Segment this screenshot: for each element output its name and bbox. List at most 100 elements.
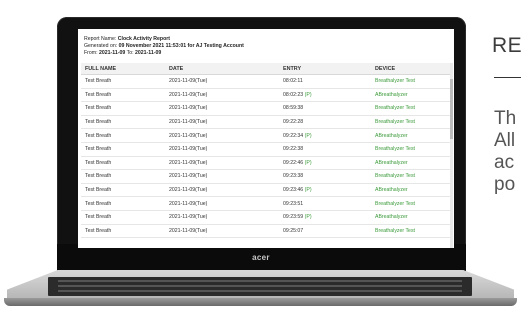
entry-flag: (P)	[304, 132, 312, 139]
to-date: 2021-11-09	[134, 50, 162, 56]
table-row[interactable]: Test Breath 2021-11-09(Tue) 09:23:38 Breath…	[81, 169, 451, 184]
cell-device: Breathalyzer Test	[371, 142, 451, 157]
cell-entry: 09:23:59 (P)	[279, 210, 371, 225]
heading-divider	[494, 77, 521, 78]
cell-device: ABreathalyzer	[371, 88, 451, 103]
table-row[interactable]: Test Breath 2021-11-09(Tue) 09:23:51 Breath…	[81, 196, 451, 211]
scrollbar-thumb[interactable]	[450, 79, 453, 139]
report-header: Report Name: Clock Activity Report Gener…	[84, 36, 244, 57]
cell-date: 2021-11-09(Tue)	[165, 210, 279, 225]
report-range-line: From: 2021-11-09 To: 2021-11-09	[84, 50, 244, 57]
entry-time: 09:23:59	[283, 214, 304, 221]
column-header-entry[interactable]: ENTRY	[279, 63, 371, 75]
report-name: Clock Activity Report	[117, 36, 171, 42]
cell-date: 2021-11-09(Tue)	[165, 101, 279, 116]
body-line: All	[494, 130, 516, 151]
table-row[interactable]: Test Breath 2021-11-09(Tue) 09:23:46 (P) AB…	[81, 183, 451, 198]
cell-entry: 08:02:11	[279, 74, 371, 89]
entry-time: 09:23:38	[283, 173, 304, 180]
entry-time: 08:59:38	[283, 105, 304, 112]
cell-full-name: Test Breath	[81, 115, 165, 130]
cell-full-name: Test Breath	[81, 142, 165, 157]
body-line: po	[494, 174, 516, 195]
entry-time: 09:22:46	[283, 159, 304, 166]
table-row[interactable]: Test Breath 2021-11-09(Tue) 09:23:59 (P) AB…	[81, 210, 451, 225]
cell-date: 2021-11-09(Tue)	[165, 142, 279, 157]
cell-full-name: Test Breath	[81, 183, 165, 198]
to-label: To:	[126, 50, 134, 56]
cell-full-name: Test Breath	[81, 196, 165, 211]
cell-date: 2021-11-09(Tue)	[165, 128, 279, 143]
table-row[interactable]: Test Breath 2021-11-09(Tue) 09:22:28 Breath…	[81, 115, 451, 130]
entry-time: 09:22:28	[283, 119, 304, 126]
entry-time: 08:02:11	[283, 78, 303, 85]
cell-full-name: Test Breath	[81, 128, 165, 143]
entry-time: 08:02:23	[283, 91, 304, 98]
report-generated-line: Generated on: 09 November 2021 11:53:01 …	[84, 43, 244, 50]
section-body: Th All ac po	[494, 108, 516, 196]
cell-device: Breathalyzer Test	[371, 101, 451, 116]
keyboard-row	[58, 285, 462, 287]
table-row[interactable]: Test Breath 2021-11-09(Tue) 08:02:23 (P) AB…	[81, 88, 451, 103]
column-header-device[interactable]: DEVICE	[371, 63, 451, 75]
from-label: From:	[84, 50, 98, 56]
body-line: ac	[494, 152, 515, 173]
column-header-date[interactable]: DATE	[165, 63, 279, 75]
cell-entry: 08:59:38	[279, 101, 371, 116]
table-row[interactable]: Test Breath 2021-11-09(Tue) 09:22:38 Breath…	[81, 142, 451, 157]
cell-entry: 09:22:28	[279, 115, 371, 130]
cell-device: ABreathalyzer	[371, 210, 451, 225]
body-line: Th	[494, 108, 517, 129]
cell-full-name: Test Breath	[81, 74, 165, 89]
table-row[interactable]: Test Breath 2021-11-09(Tue) 08:59:38 Breath…	[81, 101, 451, 116]
entry-time: 09:22:34	[283, 132, 304, 139]
generated-value: 09 November 2021 11:53:01 for AJ Testing…	[118, 43, 244, 49]
cell-entry: 09:23:51	[279, 196, 371, 211]
cell-device: Breathalyzer Test	[371, 196, 451, 211]
cell-device: ABreathalyzer	[371, 128, 451, 143]
from-date: 2021-11-09	[99, 50, 126, 56]
keyboard-row	[58, 280, 462, 282]
entry-flag: (P)	[304, 159, 312, 166]
keyboard-row	[58, 290, 462, 292]
section-heading: RE	[492, 34, 521, 57]
entry-time: 09:22:38	[283, 146, 304, 153]
cell-date: 2021-11-09(Tue)	[165, 169, 279, 184]
cell-device: Breathalyzer Test	[371, 224, 451, 239]
cell-full-name: Test Breath	[81, 210, 165, 225]
table-header-row: FULL NAME DATE ENTRY DEVICE	[81, 63, 451, 75]
cell-date: 2021-11-09(Tue)	[165, 115, 279, 130]
cell-entry: 09:22:38	[279, 142, 371, 157]
cell-entry: 09:23:38	[279, 169, 371, 184]
cell-entry: 09:22:34 (P)	[279, 128, 371, 143]
table-row[interactable]: Test Breath 2021-11-09(Tue) 08:02:11 Breath…	[81, 74, 451, 89]
cell-device: ABreathalyzer	[371, 183, 451, 198]
cell-date: 2021-11-09(Tue)	[165, 74, 279, 89]
generated-label: Generated on:	[84, 43, 118, 49]
cell-date: 2021-11-09(Tue)	[165, 183, 279, 198]
cell-date: 2021-11-09(Tue)	[165, 88, 279, 103]
cell-entry: 09:25:07	[279, 224, 371, 239]
cell-device: Breathalyzer Test	[371, 74, 451, 89]
cell-full-name: Test Breath	[81, 156, 165, 171]
cell-date: 2021-11-09(Tue)	[165, 156, 279, 171]
entry-flag: (P)	[304, 91, 312, 98]
cell-full-name: Test Breath	[81, 224, 165, 239]
cell-full-name: Test Breath	[81, 169, 165, 184]
table-row[interactable]: Test Breath 2021-11-09(Tue) 09:22:34 (P) AB…	[81, 128, 451, 143]
entry-flag: (P)	[304, 187, 312, 194]
entry-time: 09:23:46	[283, 187, 304, 194]
table-row[interactable]: Test Breath 2021-11-09(Tue) 09:25:07 Breath…	[81, 224, 451, 239]
column-header-full-name[interactable]: FULL NAME	[81, 63, 165, 75]
cell-full-name: Test Breath	[81, 88, 165, 103]
laptop-base-front	[4, 298, 517, 306]
cell-entry: 08:02:23 (P)	[279, 88, 371, 103]
entry-flag: (P)	[304, 214, 312, 221]
cell-entry: 09:22:46 (P)	[279, 156, 371, 171]
cell-date: 2021-11-09(Tue)	[165, 196, 279, 211]
laptop-brand-logo: acer	[252, 253, 270, 262]
cell-entry: 09:23:46 (P)	[279, 183, 371, 198]
table-row[interactable]: Test Breath 2021-11-09(Tue) 09:22:46 (P) AB…	[81, 156, 451, 171]
report-name-line: Report Name: Clock Activity Report	[84, 36, 244, 43]
cell-date: 2021-11-09(Tue)	[165, 224, 279, 239]
